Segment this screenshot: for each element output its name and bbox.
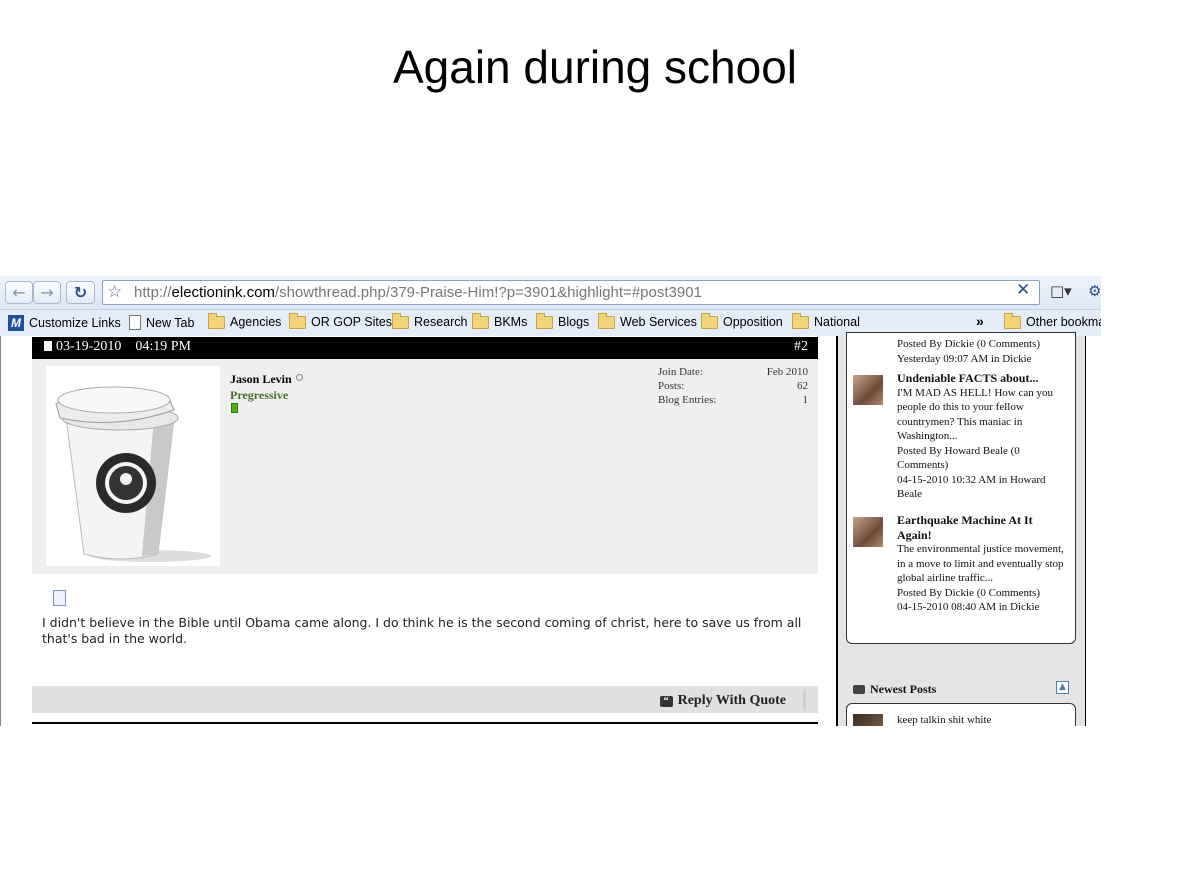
post-author-avatar[interactable] bbox=[853, 714, 883, 726]
folder-icon bbox=[792, 312, 809, 329]
bookmark-national[interactable]: National bbox=[792, 312, 860, 329]
m-logo-icon: M bbox=[8, 315, 24, 331]
user-title: Pregressive bbox=[230, 388, 289, 402]
forum-page: 03-19-2010 04:19 PM #2 Jason Levin Pregr… bbox=[0, 332, 1101, 726]
forward-arrow-icon: → bbox=[40, 283, 54, 302]
folder-icon bbox=[392, 312, 409, 329]
footer-separator bbox=[803, 691, 806, 709]
offline-status-icon bbox=[295, 374, 303, 381]
slide-title: Again during school bbox=[392, 41, 798, 93]
reload-button[interactable]: ↻ bbox=[66, 281, 95, 304]
bookmark-star-icon[interactable]: ☆ bbox=[107, 282, 122, 302]
quote-bubble-icon: “ bbox=[659, 695, 673, 707]
close-icon[interactable]: ✕ bbox=[1016, 280, 1030, 300]
folder-icon bbox=[208, 312, 225, 329]
recent-blog-entries: Posted By Dickie (0 Comments) Yesterday … bbox=[846, 332, 1076, 644]
collapse-icon[interactable]: ▲ bbox=[1056, 681, 1069, 694]
page-left-border bbox=[0, 336, 1, 726]
post-footer: “Reply With Quote bbox=[32, 686, 818, 713]
bookmark-customize-links[interactable]: M Customize Links bbox=[8, 315, 121, 331]
stat-join-date: Join Date: Feb 2010 bbox=[658, 366, 808, 378]
avatar[interactable] bbox=[46, 366, 220, 566]
forward-button[interactable]: → bbox=[33, 281, 61, 304]
post-date: 03-19-2010 04:19 PM bbox=[44, 339, 191, 355]
post-icon bbox=[53, 590, 66, 606]
post-divider bbox=[32, 722, 818, 724]
page-icon bbox=[129, 315, 141, 330]
blog-entry: Posted By Dickie (0 Comments) Yesterday … bbox=[897, 338, 1040, 365]
browser-toolbar: ← → ↻ ☆ http://electionink.com/showthrea… bbox=[0, 276, 1101, 310]
coffee-cup-avatar-image bbox=[55, 386, 211, 562]
bookmark-other-bookmarks[interactable]: Other bookma bbox=[1004, 312, 1101, 329]
bookmark-or-gop-sites[interactable]: OR GOP Sites bbox=[289, 312, 392, 329]
post-page-icon bbox=[44, 341, 52, 351]
blog-entry-title[interactable]: Undeniable FACTS about... bbox=[897, 371, 1067, 386]
bookmark-blogs[interactable]: Blogs bbox=[536, 312, 589, 329]
bookmark-new-tab[interactable]: New Tab bbox=[129, 315, 194, 330]
address-url: http://electionink.com/showthread.php/37… bbox=[134, 284, 702, 301]
folder-icon bbox=[289, 312, 306, 329]
bookmark-research[interactable]: Research bbox=[392, 312, 468, 329]
post-content: I didn't believe in the Bible until Obam… bbox=[32, 574, 818, 686]
bookmark-web-services[interactable]: Web Services bbox=[598, 312, 697, 329]
reload-icon: ↻ bbox=[73, 283, 88, 302]
post-header: 03-19-2010 04:19 PM #2 bbox=[32, 337, 818, 359]
newest-posts-list: keep talkin shit white bbox=[846, 703, 1076, 726]
folder-icon bbox=[1004, 312, 1021, 329]
blog-author-avatar[interactable] bbox=[853, 375, 883, 405]
folder-icon bbox=[472, 312, 489, 329]
blog-entry: Undeniable FACTS about... I'M MAD AS HEL… bbox=[897, 371, 1067, 502]
stat-posts: Posts: 62 bbox=[658, 380, 808, 392]
post-number-link[interactable]: #2 bbox=[794, 339, 808, 355]
address-bar[interactable]: ☆ http://electionink.com/showthread.php/… bbox=[102, 280, 1040, 305]
post-user-info: Jason Levin Pregressive Join Date: Feb 20… bbox=[32, 359, 818, 574]
bookmark-agencies[interactable]: Agencies bbox=[208, 312, 281, 329]
back-button[interactable]: ← bbox=[5, 281, 33, 304]
folder-icon bbox=[598, 312, 615, 329]
bookmarks-overflow-chevron[interactable]: » bbox=[976, 313, 984, 329]
bookmark-opposition[interactable]: Opposition bbox=[701, 312, 783, 329]
stat-blog-entries: Blog Entries: 1 bbox=[658, 394, 808, 406]
newest-posts-heading: Newest Posts bbox=[853, 682, 936, 697]
back-arrow-icon: ← bbox=[12, 283, 26, 302]
reputation-icon bbox=[231, 403, 238, 413]
user-stats: Join Date: Feb 2010 Posts: 62 Blog Entries… bbox=[658, 366, 808, 408]
forum-post: 03-19-2010 04:19 PM #2 Jason Levin Pregr… bbox=[32, 336, 818, 724]
blog-entry: Earthquake Machine At It Again! The envi… bbox=[897, 513, 1067, 615]
reply-with-quote-button[interactable]: “Reply With Quote bbox=[659, 693, 786, 709]
page-menu-icon[interactable]: □▾ bbox=[1050, 282, 1072, 300]
folder-icon bbox=[536, 312, 553, 329]
newest-post-preview[interactable]: keep talkin shit white bbox=[897, 714, 991, 726]
speech-bubble-icon bbox=[853, 685, 865, 694]
blog-author-avatar[interactable] bbox=[853, 517, 883, 547]
blog-entry-title[interactable]: Earthquake Machine At It Again! bbox=[897, 513, 1067, 542]
bookmark-bkms[interactable]: BKMs bbox=[472, 312, 527, 329]
sidebar: Posted By Dickie (0 Comments) Yesterday … bbox=[836, 332, 1086, 726]
wrench-icon[interactable]: ⚙ bbox=[1088, 282, 1101, 300]
browser-screenshot: ← → ↻ ☆ http://electionink.com/showthrea… bbox=[0, 276, 1101, 726]
folder-icon bbox=[701, 312, 718, 329]
post-message: I didn't believe in the Bible until Obam… bbox=[42, 615, 802, 646]
post-username[interactable]: Jason Levin bbox=[230, 372, 303, 387]
